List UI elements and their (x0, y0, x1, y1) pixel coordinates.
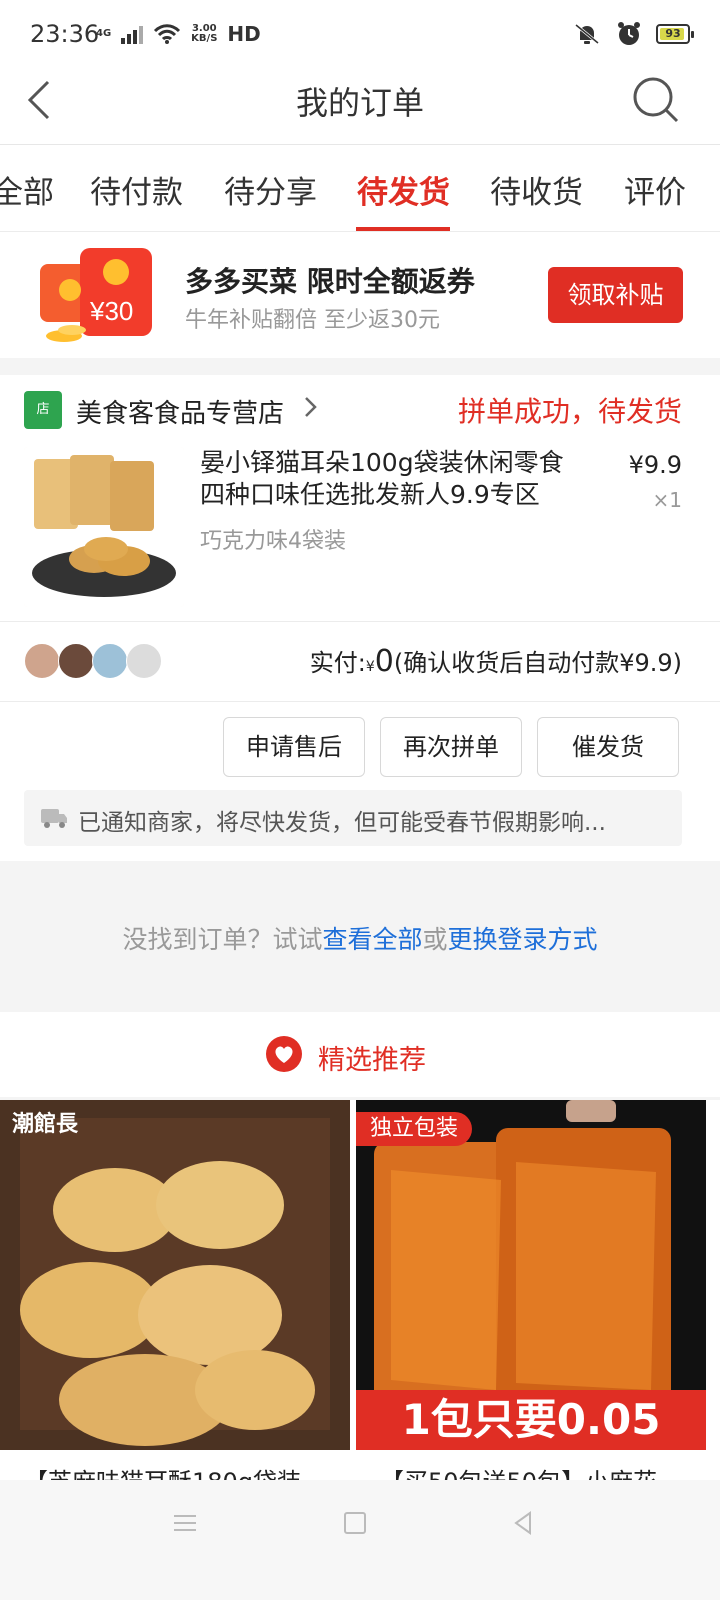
divider (0, 701, 720, 702)
tab-pending-share[interactable]: 待分享 (224, 167, 317, 212)
brand-tag: 潮館長 (12, 1112, 79, 1137)
product-spec: 巧克力味4袋装 (200, 529, 346, 554)
battery-icon: 93 (656, 24, 694, 44)
coupon-title: 多多买菜 限时全额返券 (185, 265, 475, 298)
app-header: 我的订单 (0, 64, 720, 145)
home-icon[interactable] (340, 1508, 370, 1538)
mute-bell-icon (575, 23, 599, 45)
avatar (58, 643, 94, 679)
shipping-notice[interactable]: 已通知商家，将尽快发货，但可能受春节假期影响... (24, 790, 682, 846)
tab-review[interactable]: 评价 (624, 167, 686, 212)
menu-icon[interactable] (170, 1508, 200, 1538)
alarm-clock-icon (618, 22, 640, 45)
network-type: 4G (96, 28, 112, 39)
red-envelope-icon: ¥30 (40, 248, 152, 342)
payment-currency: ¥ (365, 659, 375, 675)
status-right-icons: 93 (572, 18, 694, 50)
store-logo: 店 (24, 391, 62, 429)
coupon-amount: ¥30 (89, 296, 133, 326)
tab-pending-payment[interactable]: 待付款 (90, 167, 183, 212)
search-icon[interactable] (632, 76, 680, 124)
urge-shipping-button[interactable]: 催发货 (537, 717, 679, 777)
page-title: 我的订单 (295, 84, 424, 122)
signal-icon (121, 24, 144, 44)
product-card-image[interactable]: 潮館長 (0, 1100, 350, 1450)
card-promo: 1包只要0.05 (356, 1390, 706, 1450)
truck-icon (41, 809, 67, 828)
product-price: ¥9.9 (628, 451, 682, 479)
avatar (24, 643, 60, 679)
active-tab-indicator (356, 227, 450, 231)
heart-icon (266, 1036, 302, 1072)
snack-product-icon (24, 447, 184, 607)
status-left-icons: 4G 3.00 KB/S HD (96, 18, 261, 50)
order-page: 23:36 4G 3.00 KB/S HD 93 我的订单 部 待付款 待分享 … (0, 0, 720, 1600)
product-title[interactable]: 晏小铎猫耳朵100g袋装休闲零食 四种口味任选批发新人9.9专区 (200, 447, 610, 511)
snack-image-icon (0, 1100, 350, 1450)
notice-text: 已通知商家，将尽快发货，但可能受春节假期影响... (78, 810, 606, 836)
tab-pending-receipt[interactable]: 待收货 (490, 167, 583, 212)
wifi-icon (154, 24, 181, 44)
order-status: 拼单成功，待发货 (457, 395, 682, 428)
payment-amount: 0 (374, 644, 394, 679)
network-speed: 3.00 KB/S (191, 23, 218, 44)
empty-order-hint: 没找到订单？试试查看全部或更换登录方式 (122, 925, 598, 954)
payment-label: 实付: (309, 649, 366, 677)
store-name[interactable]: 美食客食品专营店 (76, 393, 284, 430)
change-login-link[interactable]: 更换登录方式 (448, 925, 598, 954)
status-time: 23:36 (30, 20, 100, 48)
system-nav-bar (0, 1480, 720, 1600)
claim-subsidy-button[interactable]: 领取补贴 (548, 267, 683, 323)
coupon-banner[interactable]: ¥30 多多买菜 限时全额返券 牛年补贴翻倍 至少返30元 领取补贴 (0, 232, 720, 358)
payment-summary: 实付: ¥ 0 (确认收货后自动付款¥9.9) (310, 643, 682, 679)
back-triangle-icon[interactable] (508, 1508, 538, 1538)
avatar (92, 643, 128, 679)
recommend-title: 精选推荐 (318, 1045, 426, 1076)
hd-indicator: HD (227, 22, 261, 46)
tab-all[interactable]: 全部 (0, 167, 54, 212)
order-tabs: 全部 待付款 待分享 待发货 待收货 评价 (0, 145, 720, 232)
group-buy-avatars[interactable] (24, 643, 164, 679)
chevron-right-icon[interactable] (300, 395, 320, 419)
view-all-link[interactable]: 查看全部 (322, 925, 422, 954)
payment-note: (确认收货后自动付款¥9.9) (393, 649, 682, 677)
product-image[interactable] (24, 447, 184, 607)
coupon-subtitle: 牛年补贴翻倍 至少返30元 (185, 308, 440, 333)
product-card-image[interactable]: 独立包装 1包只要0.05 (356, 1100, 706, 1450)
apply-after-sales-button[interactable]: 申请售后 (223, 717, 365, 777)
divider (0, 621, 720, 622)
recommend-header: 精选推荐 (0, 1012, 720, 1097)
avatar (126, 643, 162, 679)
status-bar: 23:36 4G 3.00 KB/S HD 93 (0, 0, 720, 64)
order-card: 店 美食客食品专营店 拼单成功，待发货 晏小铎猫耳朵100g袋装休闲零食 四种口… (0, 375, 720, 861)
buy-again-button[interactable]: 再次拼单 (380, 717, 522, 777)
tab-pending-shipment[interactable]: 待发货 (357, 167, 450, 212)
product-quantity: ×1 (652, 488, 682, 512)
card-badge: 独立包装 (356, 1112, 473, 1146)
